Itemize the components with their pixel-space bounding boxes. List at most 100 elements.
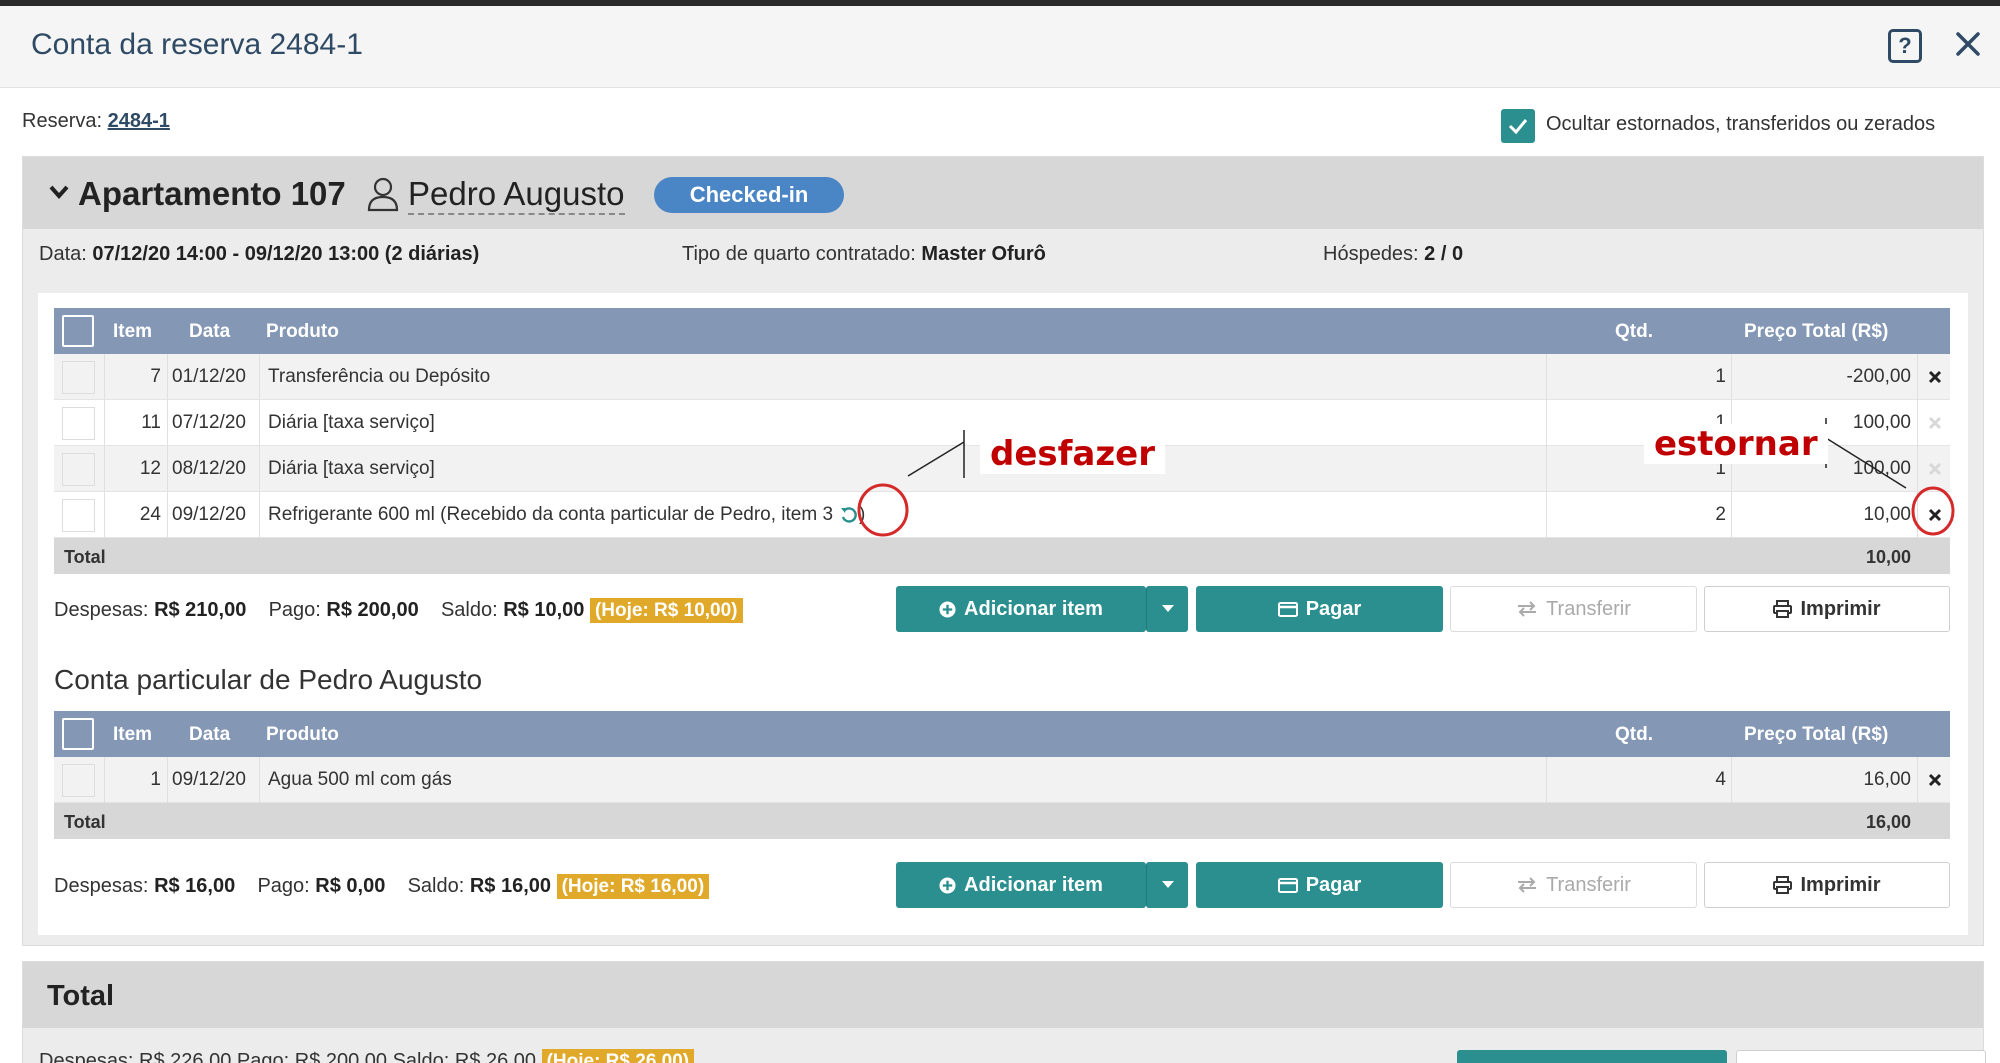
row-checkbox[interactable]	[62, 361, 95, 394]
check-icon	[1508, 119, 1528, 135]
remove-icon[interactable]	[1928, 508, 1942, 522]
row-checkbox[interactable]	[62, 499, 95, 532]
print-icon	[1773, 600, 1793, 618]
row-price: 16,00	[1863, 769, 1911, 790]
pago-value: R$ 0,00	[315, 875, 386, 897]
row-checkbox[interactable]	[62, 764, 95, 797]
user-icon	[367, 177, 399, 212]
undo-annotation: desfazer	[980, 434, 1165, 474]
pago-value: R$ 200,00	[326, 599, 419, 621]
total-label: Total	[64, 547, 106, 567]
select-all-checkbox[interactable]	[62, 718, 94, 750]
help-icon: ?	[1898, 33, 1912, 58]
col-qty: Qtd.	[1615, 724, 1653, 745]
room-type-value: Master Ofurô	[921, 243, 1046, 265]
grand-total-panel: Total Despesas: R$ 226,00 Pago: R$ 200,0…	[22, 961, 1986, 1063]
guest-name[interactable]: Pedro Augusto	[408, 175, 625, 215]
add-item-dropdown[interactable]	[1146, 586, 1188, 632]
remove-icon[interactable]	[1928, 773, 1942, 787]
reverse-annotation: estornar	[1644, 424, 1828, 464]
private-account-summary: Despesas: R$ 16,00 Pago: R$ 0,00 Saldo: …	[54, 874, 710, 899]
select-all-checkbox[interactable]	[62, 315, 94, 347]
account-modal: Conta da reserva 2484-1 ? Reserva: 2484-…	[0, 6, 2000, 1063]
row-item: 1	[150, 769, 161, 790]
row-item: 7	[150, 366, 161, 387]
close-button[interactable]	[1950, 24, 1986, 64]
saldo-value: R$ 16,00	[469, 875, 552, 897]
total-row: Total 16,00	[54, 803, 1950, 839]
guests-label: Hóspedes:	[1323, 243, 1425, 265]
pay-label: Pagar	[1305, 597, 1362, 620]
row-qty: 2	[1715, 504, 1726, 525]
row-date: 08/12/20	[172, 458, 246, 479]
add-item-dropdown[interactable]	[1146, 862, 1188, 908]
reserva-label: Reserva:	[22, 110, 108, 132]
pay-button[interactable]: Pagar	[1196, 862, 1443, 908]
grand-total-pay-button[interactable]	[1457, 1050, 1727, 1063]
pago-label: Pago:	[257, 875, 316, 897]
print-label: Imprimir	[1800, 597, 1881, 620]
despesas-value: R$ 16,00	[154, 875, 236, 897]
guests-info: Hóspedes: 2 / 0	[1323, 243, 1463, 266]
add-item-button[interactable]: Adicionar item	[896, 586, 1146, 632]
grand-total-print-button[interactable]	[1736, 1050, 1986, 1063]
undo-icon[interactable]	[839, 505, 859, 525]
total-value: 10,00	[1865, 547, 1911, 567]
remove-icon[interactable]	[1928, 370, 1942, 384]
modal-title: Conta da reserva 2484-1	[31, 28, 363, 61]
row-product: Refrigerante 600 ml (Recebido da conta p…	[268, 492, 865, 538]
print-icon	[1773, 876, 1793, 894]
total-row: Total 10,00	[54, 538, 1950, 574]
total-label: Total	[64, 812, 106, 832]
saldo-label: Saldo:	[407, 875, 470, 897]
print-button[interactable]: Imprimir	[1704, 862, 1950, 908]
col-product: Produto	[266, 724, 339, 745]
transfer-button[interactable]: Transferir	[1450, 586, 1697, 632]
hide-reversed-checkbox[interactable]	[1501, 109, 1535, 143]
pago-label: Pago:	[268, 599, 327, 621]
plus-circle-icon	[939, 600, 956, 618]
col-product: Produto	[266, 321, 339, 342]
close-icon	[1956, 32, 1980, 56]
row-product-text: Refrigerante 600 ml (Recebido da conta p…	[268, 504, 834, 525]
grand-total-title: Total	[47, 980, 115, 1012]
row-item: 12	[139, 458, 161, 479]
table-header: Item Data Produto Qtd. Preço Total (R$)	[54, 308, 1950, 354]
apartment-title: Apartamento 107	[78, 175, 346, 212]
row-checkbox[interactable]	[62, 407, 95, 440]
col-price: Preço Total (R$)	[1744, 321, 1889, 342]
remove-icon	[1928, 462, 1942, 476]
date-value: 07/12/20 14:00 - 09/12/20 13:00 (2 diári…	[92, 243, 480, 265]
hide-reversed-label[interactable]: Ocultar estornados, transferidos ou zera…	[1546, 113, 1935, 136]
remove-icon	[1928, 416, 1942, 430]
row-date: 07/12/20	[172, 412, 246, 433]
print-label: Imprimir	[1800, 873, 1881, 896]
pay-button[interactable]: Pagar	[1196, 586, 1443, 632]
row-product: Transferência ou Depósito	[268, 366, 491, 387]
row-price: -200,00	[1846, 366, 1911, 387]
print-button[interactable]: Imprimir	[1704, 586, 1950, 632]
row-date: 09/12/20	[172, 504, 246, 525]
col-item: Item	[113, 321, 153, 342]
add-item-button[interactable]: Adicionar item	[896, 862, 1146, 908]
room-type-label: Tipo de quarto contratado:	[682, 243, 922, 265]
transfer-icon	[1518, 877, 1537, 893]
row-date: 09/12/20	[172, 769, 246, 790]
help-button[interactable]: ?	[1888, 29, 1922, 63]
room-type-info: Tipo de quarto contratado: Master Ofurô	[682, 243, 1046, 266]
chevron-down-icon[interactable]	[48, 183, 70, 201]
row-qty: 1	[1715, 366, 1726, 387]
add-item-label: Adicionar item	[964, 597, 1103, 620]
table-row: 7 01/12/20 Transferência ou Depósito 1 -…	[54, 354, 1950, 400]
reserva-line: Reserva: 2484-1	[22, 110, 170, 133]
today-balance-badge: (Hoje: R$ 26,00)	[541, 1049, 695, 1063]
guests-value: 2 / 0	[1424, 243, 1464, 265]
reserva-link[interactable]: 2484-1	[108, 110, 170, 132]
transfer-button[interactable]: Transferir	[1450, 862, 1697, 908]
transfer-icon	[1518, 601, 1537, 617]
status-badge: Checked-in	[654, 177, 844, 213]
date-label: Data:	[39, 243, 93, 265]
row-checkbox[interactable]	[62, 453, 95, 486]
transfer-label: Transferir	[1546, 873, 1631, 896]
apartment-header[interactable]: Apartamento 107 Pedro Augusto Checked-in	[23, 157, 1983, 229]
